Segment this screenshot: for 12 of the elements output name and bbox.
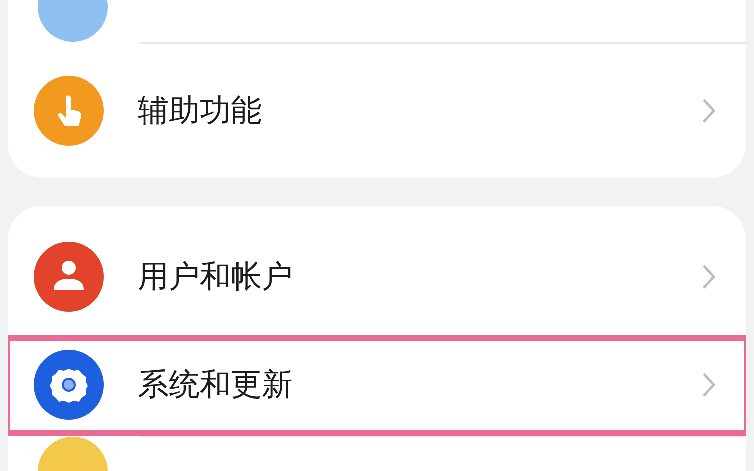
settings-item[interactable]: 辅助功能 — [8, 44, 746, 178]
chevron-icon — [702, 372, 716, 398]
settings-item[interactable]: 用户和帐户 — [8, 220, 746, 335]
highlighted-settings-item[interactable]: 系统和更新 — [8, 334, 746, 436]
item-label: 用户和帐户 — [138, 258, 294, 298]
chevron-icon — [702, 98, 716, 124]
hand-icon — [34, 76, 104, 146]
item-label: 系统和更新 — [138, 366, 294, 406]
gear-icon — [34, 350, 104, 420]
item-label: 辅助功能 — [138, 92, 263, 131]
chevron-icon — [702, 264, 716, 290]
user-icon — [34, 242, 104, 312]
